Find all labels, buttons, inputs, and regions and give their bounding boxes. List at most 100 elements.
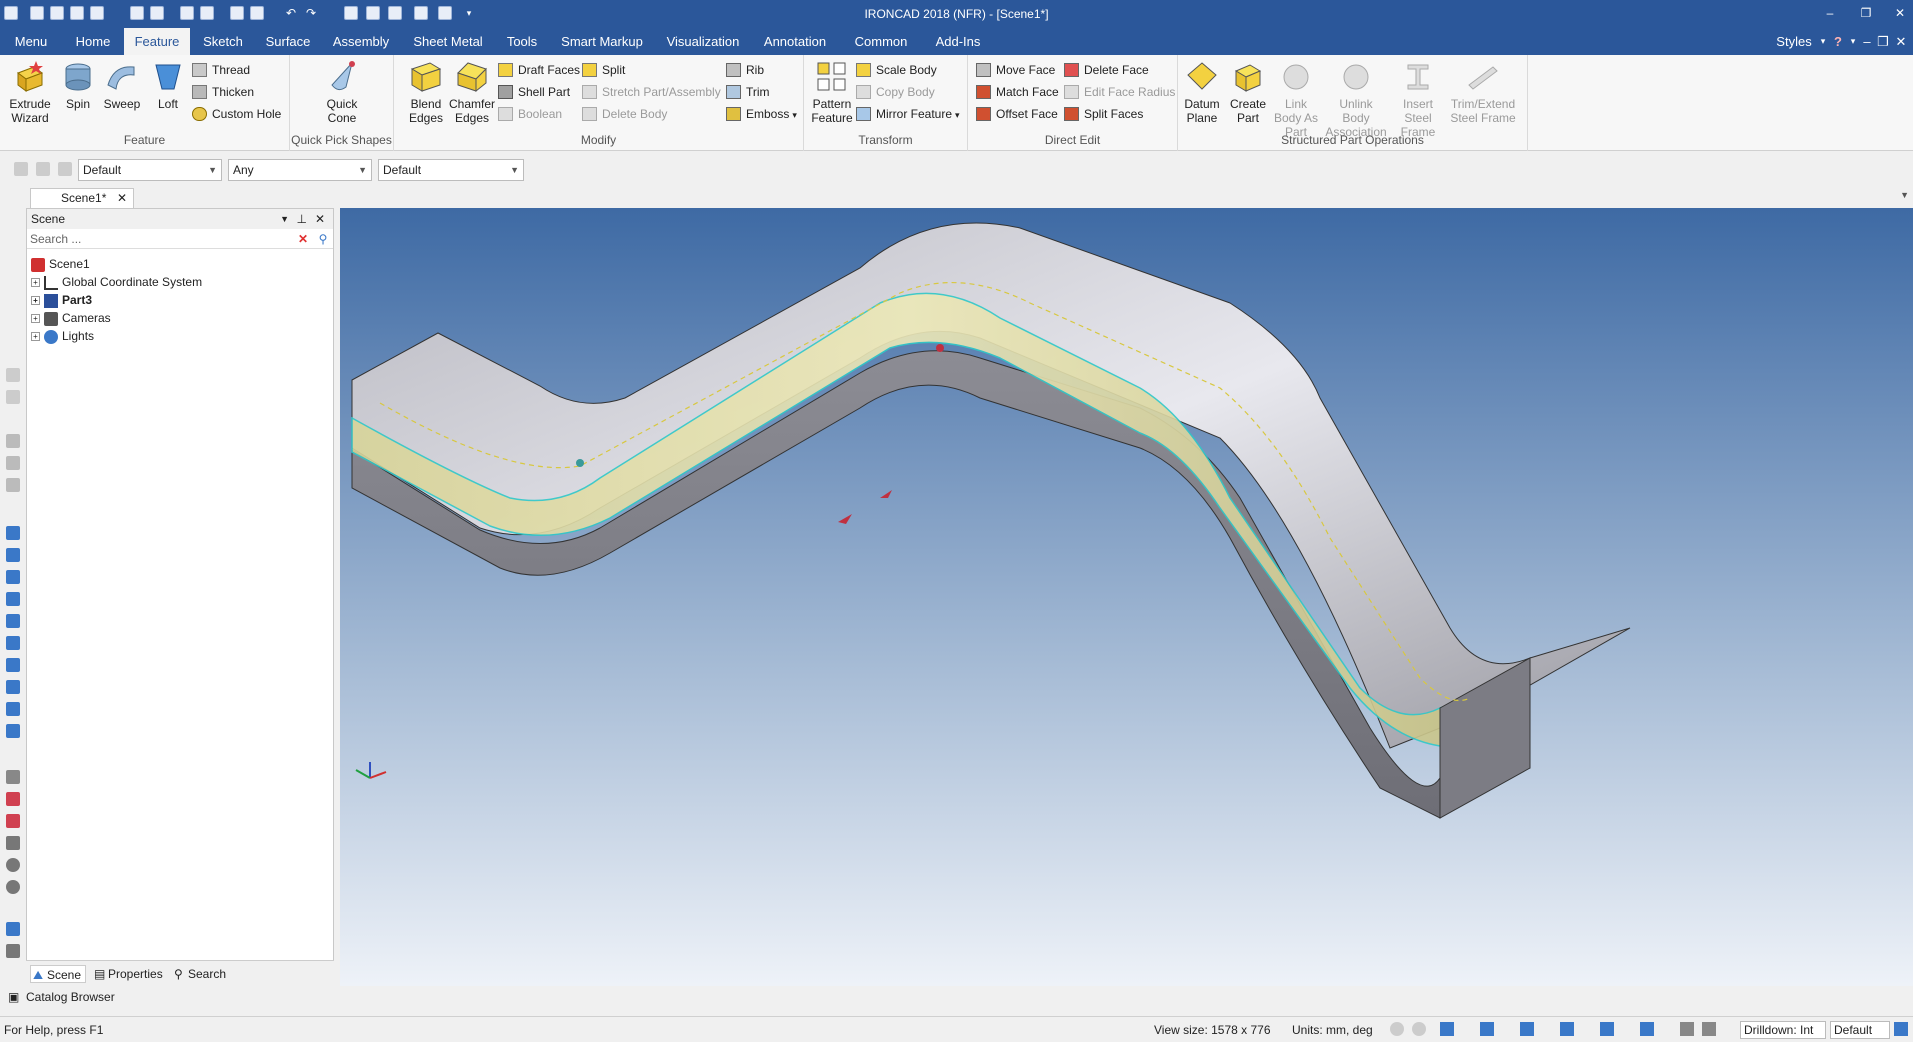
tree-item-scene1[interactable]: Scene1 [31, 255, 90, 273]
styles-menu[interactable]: Styles [1772, 28, 1816, 55]
doc-tab-scene1[interactable]: Scene1* ✕ [30, 188, 134, 208]
tab-properties[interactable]: ▤ Properties [92, 965, 163, 983]
edit-face-radius-button[interactable]: Edit Face Radius [1064, 83, 1175, 101]
move-face-button[interactable]: Move Face [976, 61, 1055, 79]
close-panel-icon[interactable]: ✕ [315, 209, 325, 229]
sweep-button[interactable]: Sweep [98, 59, 146, 111]
tab-scene[interactable]: ⛰ Scene [30, 965, 87, 983]
tab-feature[interactable]: Feature [124, 28, 190, 56]
orbit-icon[interactable] [6, 858, 20, 872]
search-options-icon[interactable]: ⚲ [315, 231, 331, 247]
split-faces-button[interactable]: Split Faces [1064, 105, 1143, 123]
tab-common[interactable]: Common [848, 28, 914, 55]
rib-button[interactable]: Rib [726, 61, 764, 79]
filter-combo-3[interactable]: Default ▼ [378, 159, 524, 181]
tab-annotation[interactable]: Annotation [758, 28, 832, 55]
rotate-icon[interactable] [6, 880, 20, 894]
settings-icon[interactable] [1894, 1022, 1908, 1036]
tool-icon-4[interactable] [6, 456, 20, 470]
tool-icon-5[interactable] [6, 478, 20, 492]
camera-view-icon[interactable] [1600, 1022, 1614, 1036]
spin-button[interactable]: Spin [54, 59, 102, 111]
catalog-browser-bar[interactable]: ▣ Catalog Browser [0, 986, 340, 1008]
render-icon[interactable] [1480, 1022, 1494, 1036]
thicken-button[interactable]: Thicken [192, 83, 254, 101]
quick-cone-button[interactable]: Quick Cone [318, 59, 366, 125]
ribbon-restore-icon[interactable]: ❐ [1876, 28, 1890, 55]
split-button[interactable]: Split [582, 61, 625, 79]
custom-hole-button[interactable]: Custom Hole [192, 105, 281, 123]
styles-dropdown-icon[interactable]: ▾ [1818, 28, 1828, 55]
tab-visualization[interactable]: Visualization [664, 28, 742, 55]
tab-assembly[interactable]: Assembly [330, 28, 392, 55]
tool-icon-1[interactable] [6, 368, 20, 382]
tool-red-icon-1[interactable] [6, 792, 20, 806]
match-face-button[interactable]: Match Face [976, 83, 1059, 101]
thread-button[interactable]: Thread [192, 61, 250, 79]
tool-red-icon-2[interactable] [6, 814, 20, 828]
view-style-icon[interactable] [1440, 1022, 1454, 1036]
style-combo[interactable]: Default [1830, 1021, 1890, 1039]
blend-edges-button[interactable]: Blend Edges [402, 59, 450, 125]
chamfer-edges-button[interactable]: Chamfer Edges [448, 59, 496, 125]
tab-sketch[interactable]: Sketch [198, 28, 248, 55]
tab-add-ins[interactable]: Add-Ins [930, 28, 986, 55]
tree-item-lights[interactable]: + Lights [31, 327, 94, 345]
view-front-icon[interactable] [6, 526, 20, 540]
angle-icon[interactable] [6, 836, 20, 850]
zoom-icon[interactable] [1390, 1022, 1404, 1036]
sketch-tool-icon[interactable] [6, 922, 20, 936]
view-top-icon[interactable] [6, 614, 20, 628]
scale-body-button[interactable]: Scale Body [856, 61, 937, 79]
restore-icon[interactable]: ❐ [1856, 4, 1876, 22]
3d-viewport[interactable] [340, 208, 1913, 986]
tab-search[interactable]: ⚲ Search [172, 965, 226, 983]
minimize-icon[interactable]: – [1820, 4, 1840, 22]
scene-search-box[interactable]: Search ... ✕ ⚲ [27, 229, 333, 249]
filter-combo-2[interactable]: Any ▼ [228, 159, 372, 181]
tab-sheet-metal[interactable]: Sheet Metal [410, 28, 486, 55]
mirror-dropdown-icon[interactable]: ▾ [955, 110, 960, 120]
link-body-button[interactable]: Link Body As Part [1270, 59, 1322, 139]
copy-body-button[interactable]: Copy Body [856, 83, 935, 101]
loft-button[interactable]: Loft [144, 59, 192, 111]
help-dropdown-icon[interactable]: ▾ [1848, 28, 1858, 55]
filter-combo-1[interactable]: Default ▼ [78, 159, 222, 181]
view-icon-9[interactable] [6, 702, 20, 716]
offset-face-button[interactable]: Offset Face [976, 105, 1058, 123]
tab-tools[interactable]: Tools [500, 28, 544, 55]
extrude-wizard-button[interactable]: Extrude Wizard [6, 59, 54, 125]
tree-item-part3[interactable]: + Part3 [31, 291, 92, 309]
part-model-render[interactable] [340, 208, 1913, 986]
tool-icon-3[interactable] [6, 434, 20, 448]
shading-icon[interactable] [1520, 1022, 1534, 1036]
delete-face-button[interactable]: Delete Face [1064, 61, 1149, 79]
view-icon-10[interactable] [6, 724, 20, 738]
tab-menu[interactable]: Menu [8, 28, 54, 55]
view-bottom-icon[interactable] [6, 636, 20, 650]
close-icon[interactable]: ✕ [1890, 4, 1910, 22]
pattern-feature-button[interactable]: Pattern Feature [808, 59, 856, 125]
close-tab-icon[interactable]: ✕ [117, 189, 127, 208]
view-back-icon[interactable] [6, 548, 20, 562]
tree-item-cameras[interactable]: + Cameras [31, 309, 111, 327]
select-icon[interactable] [1680, 1022, 1694, 1036]
filter-select-icon[interactable] [14, 162, 28, 176]
draft-faces-button[interactable]: Draft Faces [498, 61, 580, 79]
tool-icon-2[interactable] [6, 390, 20, 404]
ribbon-minimize-icon[interactable]: – [1860, 28, 1874, 55]
trim-button[interactable]: Trim [726, 83, 770, 101]
unlink-body-button[interactable]: Unlink Body Association [1324, 59, 1388, 139]
stretch-button[interactable]: Stretch Part/Assembly [582, 83, 721, 101]
boolean-button[interactable]: Boolean [498, 105, 562, 123]
tab-surface[interactable]: Surface [262, 28, 314, 55]
display-icon[interactable] [1640, 1022, 1654, 1036]
insert-steel-button[interactable]: Insert Steel Frame [1392, 59, 1444, 139]
tree-item-global-coordinate-system[interactable]: + Global Coordinate System [31, 273, 202, 291]
lighting-icon[interactable] [1560, 1022, 1574, 1036]
create-part-button[interactable]: Create Part [1224, 59, 1272, 125]
emboss-dropdown-icon[interactable]: ▾ [792, 110, 797, 120]
pin-icon[interactable]: ⊥ [297, 209, 307, 229]
help-icon[interactable]: ? [1830, 28, 1846, 55]
emboss-button[interactable]: Emboss ▾ [726, 105, 797, 123]
